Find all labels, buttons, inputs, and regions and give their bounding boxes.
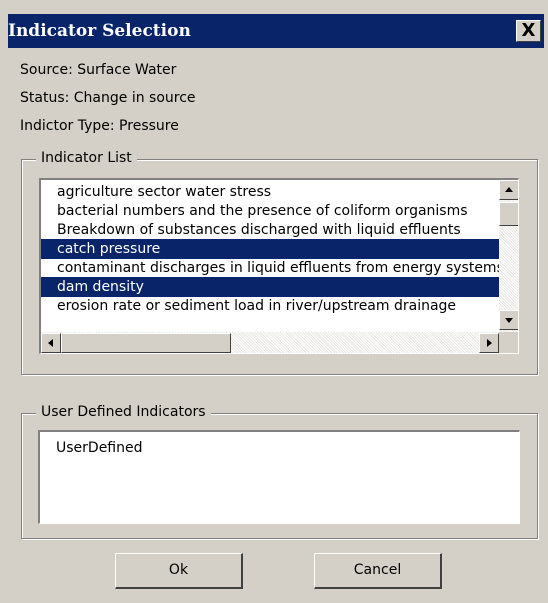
indicator-list-item[interactable]: agriculture sector water stress <box>41 182 515 202</box>
scroll-down-button[interactable] <box>499 310 518 330</box>
ok-button[interactable]: Ok <box>115 553 243 589</box>
indicator-list-item[interactable]: contaminant discharges in liquid effluen… <box>41 258 515 278</box>
scroll-right-button[interactable] <box>479 333 499 353</box>
indicator-list-item[interactable]: erosion rate or sediment load in river/u… <box>41 296 515 316</box>
status-label: Status: Change in source <box>20 90 196 106</box>
dialog-window: Indicator Selection X Source: Surface Wa… <box>0 0 548 603</box>
horizontal-scroll-thumb[interactable] <box>61 333 231 353</box>
vertical-scroll-thumb[interactable] <box>499 202 518 226</box>
user-defined-legend: User Defined Indicators <box>36 404 211 420</box>
scrollbar-corner <box>499 332 518 353</box>
user-defined-list-item[interactable]: UserDefined <box>40 438 519 458</box>
arrow-right-icon <box>487 339 492 347</box>
scroll-up-button[interactable] <box>499 180 518 200</box>
close-x-icon: X <box>521 20 536 41</box>
scroll-left-button[interactable] <box>41 333 61 353</box>
indicator-list-legend: Indicator List <box>36 150 137 166</box>
source-label: Source: Surface Water <box>20 62 177 78</box>
title-bar: Indicator Selection <box>8 14 544 48</box>
window-title: Indicator Selection <box>8 21 191 41</box>
arrow-down-icon <box>505 318 513 323</box>
indicator-type-label: Indictor Type: Pressure <box>20 118 179 134</box>
indicator-list-item[interactable]: Breakdown of substances discharged with … <box>41 220 515 240</box>
cancel-button[interactable]: Cancel <box>314 553 442 589</box>
user-defined-listbox[interactable]: UserDefined <box>38 430 520 524</box>
indicator-list-item[interactable]: bacterial numbers and the presence of co… <box>41 201 515 221</box>
close-button[interactable]: X <box>516 20 541 42</box>
indicator-list-item[interactable]: dam density <box>41 277 515 297</box>
arrow-up-icon <box>505 187 513 192</box>
indicator-listbox[interactable]: agriculture sector water stress bacterial… <box>39 178 519 354</box>
indicator-list-item[interactable]: catch pressure <box>41 239 515 259</box>
arrow-left-icon <box>48 339 53 347</box>
